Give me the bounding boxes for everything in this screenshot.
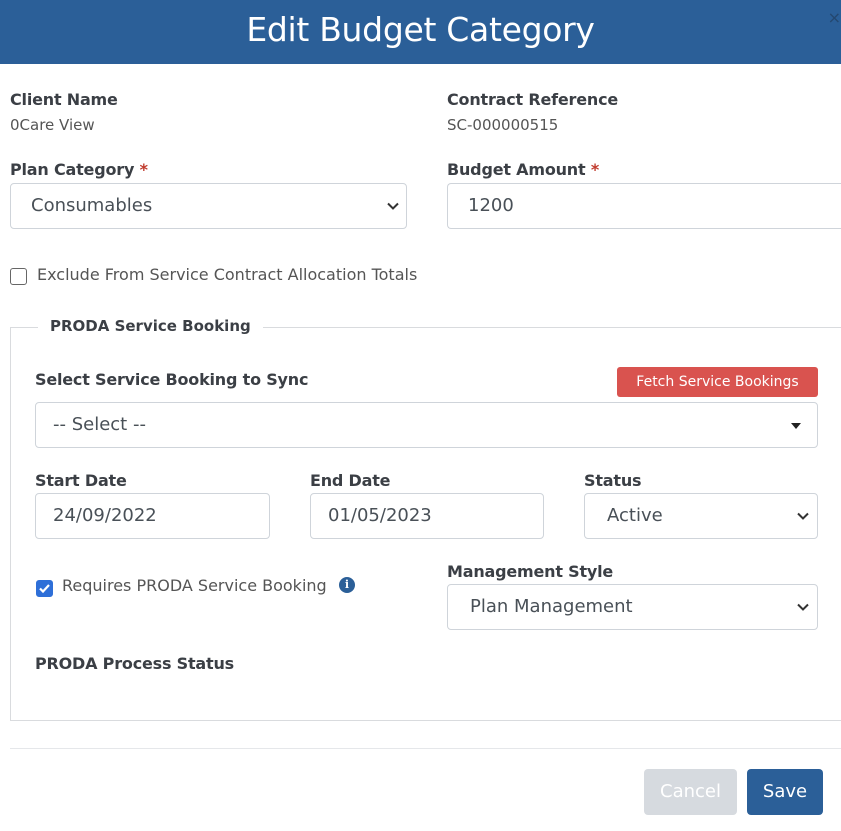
- plan-category-label: Plan Category *: [10, 160, 148, 179]
- modal-header: Edit Budget Category ×: [0, 0, 841, 64]
- exclude-checkbox[interactable]: [10, 268, 27, 285]
- fetch-service-bookings-button[interactable]: Fetch Service Bookings: [617, 367, 818, 397]
- budget-amount-label: Budget Amount *: [447, 160, 599, 179]
- check-icon: [39, 584, 50, 594]
- required-mark: *: [590, 160, 599, 179]
- caret-down-icon: [791, 423, 801, 429]
- budget-amount-label-text: Budget Amount: [447, 160, 586, 179]
- select-service-booking-label: Select Service Booking to Sync: [35, 370, 309, 389]
- proda-legend: PRODA Service Booking: [38, 317, 263, 335]
- end-date-input[interactable]: 01/05/2023: [310, 493, 544, 539]
- save-button[interactable]: Save: [747, 769, 823, 815]
- info-icon[interactable]: i: [339, 577, 355, 593]
- start-date-input[interactable]: 24/09/2022: [35, 493, 270, 539]
- management-style-label: Management Style: [447, 562, 614, 581]
- plan-category-value: Consumables: [31, 195, 153, 216]
- plan-category-select[interactable]: Consumables: [10, 183, 407, 229]
- requires-proda-checkbox[interactable]: [36, 580, 53, 597]
- start-date-label: Start Date: [35, 471, 127, 490]
- management-style-value: Plan Management: [470, 596, 633, 617]
- budget-amount-value: 1200: [468, 195, 514, 216]
- client-name-label: Client Name: [10, 90, 118, 109]
- client-name-value: 0Care View: [10, 116, 95, 134]
- management-style-select[interactable]: Plan Management: [447, 584, 818, 630]
- status-label: Status: [584, 471, 642, 490]
- status-select[interactable]: Active: [584, 493, 818, 539]
- requires-proda-label: Requires PRODA Service Booking: [62, 576, 327, 595]
- footer-divider: [10, 748, 841, 749]
- plan-category-label-text: Plan Category: [10, 160, 135, 179]
- exclude-label: Exclude From Service Contract Allocation…: [37, 265, 418, 284]
- service-booking-value: -- Select --: [53, 414, 146, 435]
- proda-process-status-label: PRODA Process Status: [35, 654, 234, 673]
- modal-title: Edit Budget Category: [246, 10, 595, 49]
- contract-reference-label: Contract Reference: [447, 90, 619, 109]
- chevron-down-icon: [797, 512, 809, 520]
- contract-reference-value: SC-000000515: [447, 116, 559, 134]
- chevron-down-icon: [387, 202, 399, 210]
- service-booking-select[interactable]: -- Select --: [35, 402, 818, 448]
- close-icon[interactable]: ×: [828, 8, 841, 27]
- status-value: Active: [607, 505, 663, 526]
- start-date-value: 24/09/2022: [53, 505, 157, 526]
- chevron-down-icon: [797, 603, 809, 611]
- required-mark: *: [139, 160, 148, 179]
- end-date-label: End Date: [310, 471, 391, 490]
- end-date-value: 01/05/2023: [328, 505, 432, 526]
- budget-amount-input[interactable]: 1200: [447, 183, 841, 229]
- cancel-button[interactable]: Cancel: [644, 769, 737, 815]
